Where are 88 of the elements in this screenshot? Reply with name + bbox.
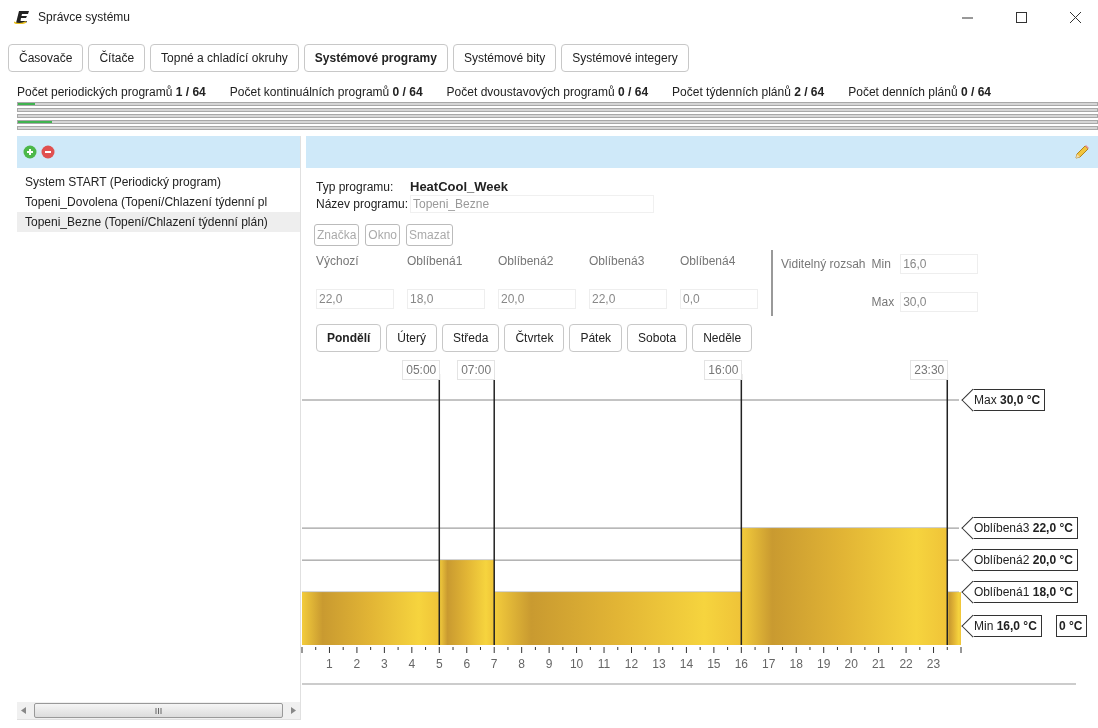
maximize-icon[interactable] (1015, 11, 1027, 23)
program-list-item[interactable]: Topeni_Bezne (Topení/Chlazení týdenní plán) (17, 212, 300, 232)
window-title: Správce systému (38, 10, 132, 24)
temperature-field[interactable]: 0,0 (680, 289, 758, 309)
tab[interactable]: Systémové bity (452, 44, 557, 72)
day-tab[interactable]: Pátek (569, 324, 623, 352)
y-tick-label: Oblíbená2 20,0 °C (974, 553, 1073, 568)
min-field[interactable]: 16,0 (900, 254, 979, 274)
y-tick-label: Oblíbená1 18,0 °C (974, 585, 1073, 600)
scroll-left-icon[interactable] (21, 707, 26, 714)
level-tag: Oblíbená1 18,0 °C (962, 581, 1078, 604)
axis-label: 17 (762, 657, 776, 671)
tab[interactable]: Topné a chladící okruhy (150, 44, 299, 72)
counter-text: Počet týdenních plánů 2 / 64 (672, 86, 825, 98)
axis-label: 13 (652, 657, 666, 671)
day-tab[interactable]: Sobota (627, 324, 688, 352)
temperature-label: Oblíbená2 (498, 253, 555, 270)
day-tab[interactable]: Středa (442, 324, 500, 352)
min-label: Min (871, 256, 892, 273)
temperature-label: Výchozí (316, 253, 360, 270)
field-label: Název programu: (316, 196, 410, 211)
axis-label: 15 (707, 657, 721, 671)
axis-label: 4 (408, 657, 416, 671)
axis-label: 8 (518, 657, 525, 671)
time-marker[interactable]: 05:00 (402, 360, 441, 380)
day-tab[interactable]: Úterý (386, 324, 437, 352)
program-list-item[interactable]: System START (Periodický program) (17, 172, 300, 192)
axis-label: 10 (569, 657, 584, 671)
tab[interactable]: Čítače (88, 44, 146, 72)
axis-label: 11 (597, 657, 611, 671)
day-tab[interactable]: Neděle (692, 324, 753, 352)
program-list-item[interactable]: Topeni_Dovolena (Topení/Chlazení týdenní pl (17, 192, 300, 212)
y-tick-label: Max 30,0 °C (974, 393, 1041, 407)
time-marker[interactable]: 16:00 (704, 360, 743, 380)
field-label: Typ programu: (316, 179, 395, 194)
axis-label: 21 (871, 657, 886, 671)
level-tag: Max 30,0 °C (962, 389, 1046, 411)
counter-text: Počet periodických programů 1 / 64 (17, 86, 206, 98)
axis-label: 1 (326, 657, 333, 671)
tab[interactable]: Časovače (8, 44, 84, 72)
max-label: Max (871, 294, 895, 311)
temperature-field[interactable]: 22,0 (316, 289, 394, 309)
axis-label: 7 (490, 657, 498, 671)
axis-label: 20 (844, 657, 858, 671)
counter-text: Počet denních plánů 0 / 64 (848, 86, 991, 98)
temperature-label: Oblíbená1 (407, 253, 464, 270)
scroll-thumb[interactable] (34, 703, 283, 718)
axis-label: 2 (353, 657, 361, 671)
add-icon[interactable] (23, 145, 37, 159)
max-field[interactable]: 30,0 (900, 292, 979, 312)
temperature-field[interactable]: 22,0 (589, 289, 667, 309)
level-tag: Min 16,0 °C (962, 615, 1042, 638)
range-label: Viditelný rozsah (781, 256, 866, 273)
temperature-field[interactable]: 18,0 (407, 289, 485, 309)
day-tab[interactable]: Čtvrtek (504, 324, 565, 352)
axis-label: 6 (463, 657, 471, 671)
axis-label: 9 (545, 657, 553, 671)
close-icon[interactable] (1069, 11, 1081, 23)
axis-label: 22 (899, 657, 913, 671)
scroll-right-icon[interactable] (291, 707, 296, 714)
temperature-label: Oblíbená4 (680, 253, 737, 270)
program-type: HeatCool_Week (410, 179, 508, 194)
temperature-field[interactable]: 20,0 (498, 289, 576, 309)
axis-label: 12 (624, 657, 639, 671)
y-tick-label: Oblíbená3 22,0 °C (974, 521, 1073, 536)
axis-label: 18 (789, 657, 803, 671)
app-logo-icon (14, 10, 30, 24)
tab[interactable]: Systémové integery (561, 44, 689, 72)
level-tag: Oblíbená2 20,0 °C (962, 549, 1078, 572)
horizontal-scrollbar[interactable] (17, 702, 300, 719)
temperature-label: Oblíbená3 (589, 253, 646, 270)
level-tag: Oblíbená3 22,0 °C (962, 517, 1078, 540)
level-tag: 0 °C (1056, 615, 1088, 638)
axis-label: 5 (435, 657, 443, 671)
axis-label: 14 (679, 657, 694, 671)
axis-label: 3 (381, 657, 388, 671)
axis-label: 16 (734, 657, 748, 671)
remove-icon[interactable] (41, 145, 55, 159)
tab[interactable]: Systémové programy (303, 44, 448, 72)
pencil-icon[interactable] (1074, 144, 1090, 160)
axis-label: 23 (926, 657, 941, 671)
time-marker[interactable]: 23:30 (910, 360, 949, 380)
axis-label: 19 (817, 657, 831, 671)
counter-text: Počet kontinuálních programů 0 / 64 (229, 86, 423, 98)
time-marker[interactable]: 07:00 (457, 360, 496, 380)
day-tab[interactable]: Pondělí (316, 324, 382, 352)
y-tick-label: Min 16,0 °C (974, 619, 1037, 634)
counter-text: Počet dvoustavových programů 0 / 64 (446, 86, 649, 98)
